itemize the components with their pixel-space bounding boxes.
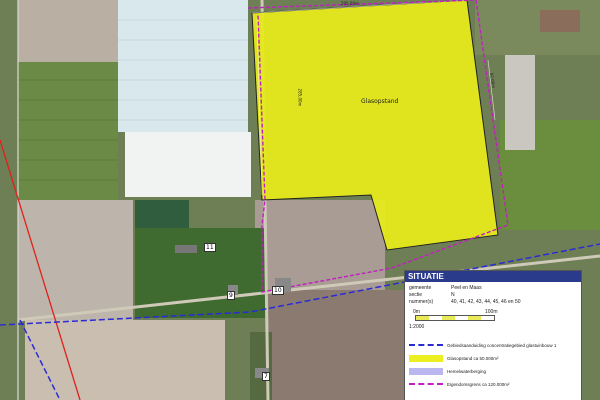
field-bare-nw bbox=[18, 0, 118, 62]
greenhouse-roof-south bbox=[125, 132, 251, 197]
area-label: Glasopstand bbox=[361, 98, 399, 105]
legend-text: Glasopstand ca 50.000m² bbox=[447, 355, 499, 361]
legend-item-concentratiegebied: Gebiedsaanduiding concentratiegebied gla… bbox=[409, 341, 556, 349]
scale-segment bbox=[481, 316, 494, 320]
plot-number-7: 7 bbox=[262, 372, 270, 381]
scale-ratio: 1:2000 bbox=[409, 324, 425, 330]
plot-number-9: 9 bbox=[227, 291, 235, 300]
scale-segment bbox=[468, 316, 481, 320]
plot-number-11: 11 bbox=[204, 243, 216, 252]
scale-segment bbox=[429, 316, 442, 320]
row-gemeente-value: Peel en Maas bbox=[451, 285, 482, 291]
legend-symbol-blue-dash bbox=[409, 344, 443, 346]
field-plowed-s bbox=[265, 290, 405, 400]
legend-symbol-lilac bbox=[409, 367, 443, 375]
row-nummers-value: 40, 41, 42, 43, 44, 45, 46 en 50 bbox=[451, 299, 521, 305]
farm-building bbox=[540, 10, 580, 32]
legend-text: Gebiedsaanduiding concentratiegebied gla… bbox=[447, 342, 557, 348]
legend-text: Hemelwaterberging bbox=[447, 368, 487, 374]
legend-text: Eigendomsgrens ca 120.000m² bbox=[447, 381, 510, 387]
dimension-left: 285,00m bbox=[297, 88, 303, 107]
dimension-top: 295,00m bbox=[341, 1, 359, 6]
row-nummers-label: nummer(s) bbox=[409, 299, 434, 305]
row-sectie-value: N bbox=[451, 292, 455, 298]
legend-symbol-yellow bbox=[409, 354, 443, 362]
scale-bar bbox=[415, 315, 495, 321]
legend-item-eigendomsgrens: Eigendomsgrens ca 120.000m² bbox=[409, 380, 510, 388]
scale-segment bbox=[455, 316, 468, 320]
field-bare-center bbox=[255, 200, 385, 290]
title-block-heading: SITUATIE bbox=[405, 271, 581, 282]
farmyard-ne bbox=[475, 0, 600, 55]
legend-symbol-magenta-dash bbox=[409, 383, 443, 385]
legend-item-hemelwaterberging: Hemelwaterberging bbox=[409, 367, 486, 375]
field-green-w bbox=[18, 62, 118, 200]
field-bare-sw bbox=[18, 200, 133, 320]
paved-lot-e bbox=[505, 55, 535, 150]
scale-segment bbox=[442, 316, 455, 320]
legend-item-glasopstand: Glasopstand ca 50.000m² bbox=[409, 354, 499, 362]
field-bare-s bbox=[25, 320, 225, 400]
title-block: SITUATIE gemeente Peel en Maas sectie N … bbox=[404, 270, 582, 400]
scale-segment bbox=[416, 316, 429, 320]
plot-number-10: 10 bbox=[272, 286, 284, 295]
row-gemeente-label: gemeente bbox=[409, 285, 432, 291]
house-11 bbox=[175, 245, 197, 253]
water-basin bbox=[135, 200, 189, 228]
row-sectie-label: sectie bbox=[409, 292, 423, 298]
map-viewport: Glasopstand 295,00m 285,00m 92,00m 11 9 … bbox=[0, 0, 600, 400]
